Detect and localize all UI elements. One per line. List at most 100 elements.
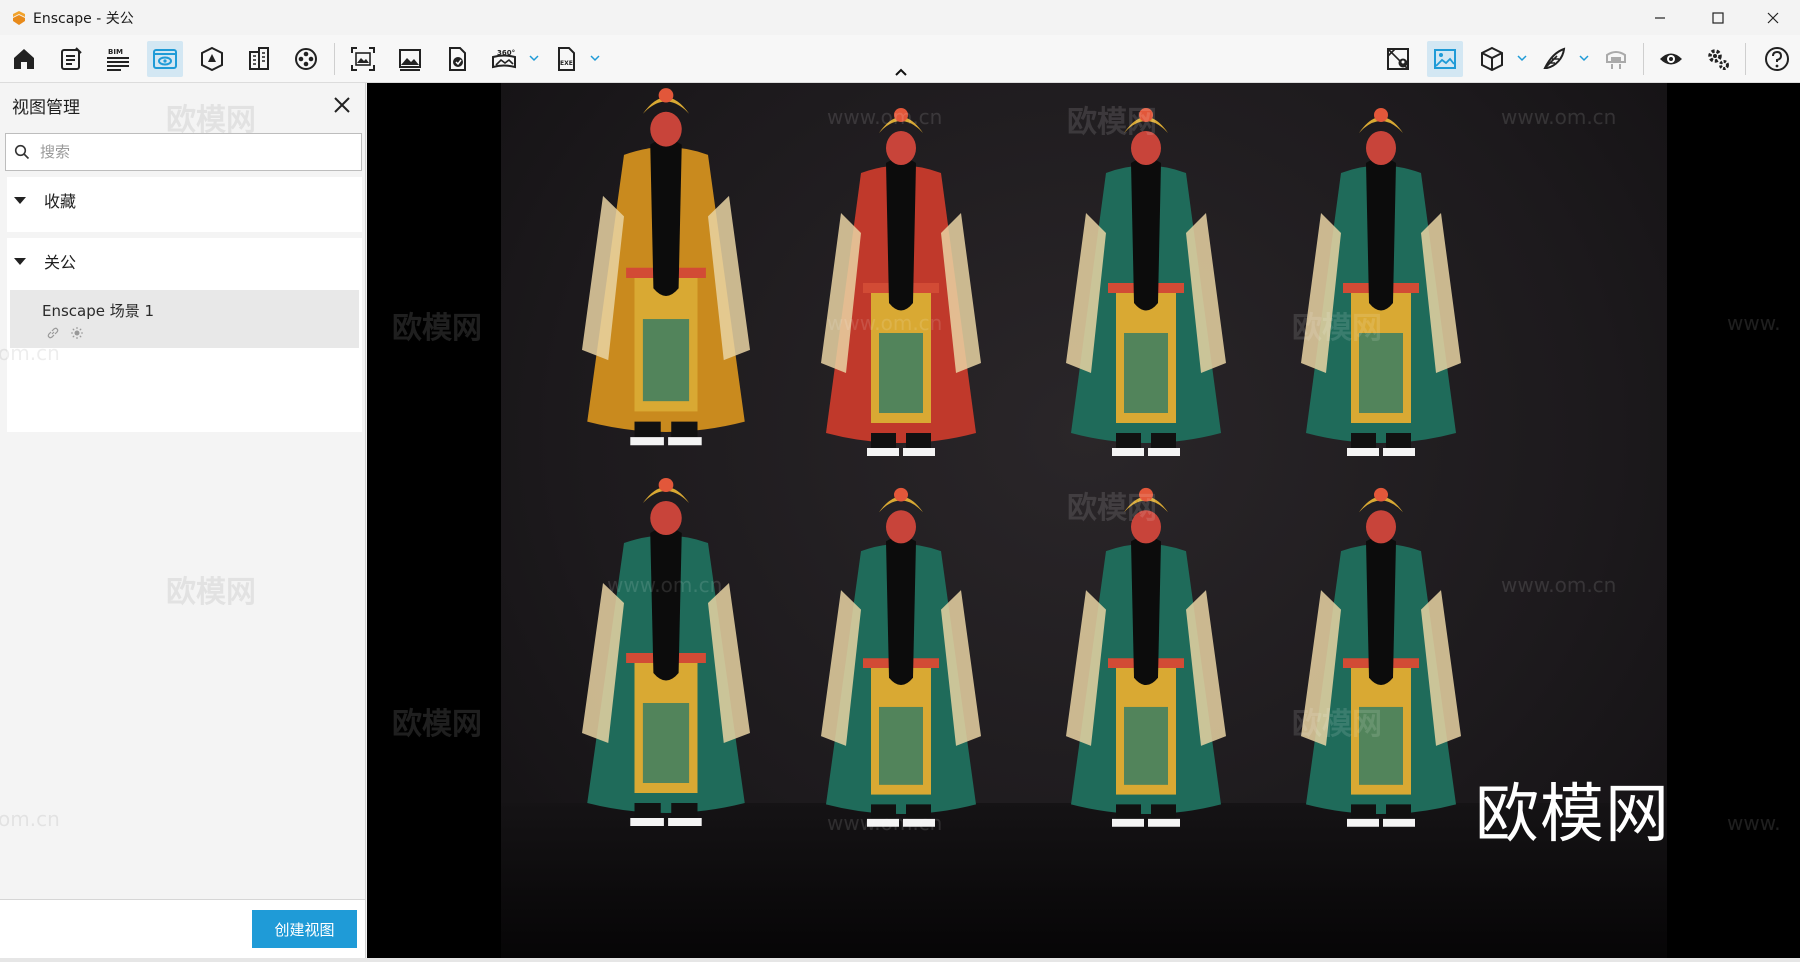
assets-button[interactable] xyxy=(194,41,230,77)
export-button[interactable] xyxy=(439,41,475,77)
opera-figure xyxy=(1046,483,1246,853)
close-icon xyxy=(1767,12,1778,23)
svg-text:EXE: EXE xyxy=(560,60,573,67)
close-window-button[interactable] xyxy=(1745,0,1800,35)
atmosphere-icon xyxy=(1434,49,1456,69)
visibility-button[interactable] xyxy=(1653,41,1689,77)
view-list-item[interactable]: Enscape 场景 1 xyxy=(10,290,359,348)
watermark: 欧模网 xyxy=(1292,707,1382,742)
help-button[interactable] xyxy=(1759,41,1795,77)
map-icon xyxy=(1387,48,1409,70)
scene-section-header[interactable]: 关公 xyxy=(7,238,362,284)
watermark: 欧模网 xyxy=(166,575,256,610)
maximize-button[interactable] xyxy=(1690,0,1745,35)
exe-export-button[interactable]: EXE xyxy=(548,41,584,77)
vr-headset-icon xyxy=(1606,51,1626,69)
link-icon xyxy=(47,327,59,339)
notes-button[interactable] xyxy=(53,41,89,77)
building-icon xyxy=(249,47,269,70)
watermark: 欧模网 xyxy=(1292,311,1382,346)
watermark-url: www.om.cn xyxy=(1501,105,1617,129)
minimize-button[interactable] xyxy=(1632,0,1687,35)
watermark: 欧模网 xyxy=(392,707,482,742)
watermark-url: www.om.cn xyxy=(827,105,943,129)
toolbar-separator xyxy=(1745,43,1746,75)
assets-icon xyxy=(201,46,223,72)
image-button[interactable] xyxy=(392,41,428,77)
watermark: 欧模网 xyxy=(392,311,482,346)
views-icon xyxy=(153,49,177,69)
opera-figure xyxy=(1046,103,1246,483)
image-icon xyxy=(399,49,421,71)
building-button[interactable] xyxy=(241,41,277,77)
favorites-header[interactable]: 收藏 xyxy=(7,177,362,223)
opera-figure xyxy=(1281,483,1481,853)
watermark-url: www. xyxy=(1727,311,1781,335)
home-icon xyxy=(14,49,34,69)
bim-button[interactable]: BIM xyxy=(100,41,136,77)
opera-figure xyxy=(801,483,1001,853)
close-icon xyxy=(334,97,350,113)
exe-icon: EXE xyxy=(558,47,575,71)
watermark-url: www.om.cn xyxy=(1501,573,1617,597)
panel-close-button[interactable] xyxy=(330,93,354,117)
watermark-url: om.cn xyxy=(0,807,60,831)
video-button[interactable] xyxy=(288,41,324,77)
home-button[interactable] xyxy=(6,41,42,77)
settings-button[interactable] xyxy=(1700,41,1736,77)
watermark: 欧模网 xyxy=(1067,105,1157,140)
exe-dropdown-icon[interactable] xyxy=(589,52,601,64)
big-watermark: 欧模网 xyxy=(1475,778,1670,852)
watermark-url: www.om.cn xyxy=(827,311,943,335)
help-icon xyxy=(1765,47,1789,71)
watermark: 欧模网 xyxy=(166,103,256,138)
eye-icon xyxy=(1660,53,1682,65)
panel-title: 视图管理 xyxy=(12,98,80,118)
feather-dropdown-icon[interactable] xyxy=(1578,52,1590,64)
render-viewport[interactable]: 欧模网 欧模网 欧模网 欧模网 欧模网 欧模网 www.om.cn www.om… xyxy=(367,83,1800,958)
screenshot-icon xyxy=(351,47,375,71)
cube-button[interactable] xyxy=(1474,41,1510,77)
svg-text:BIM: BIM xyxy=(108,48,123,56)
caret-down-icon xyxy=(14,258,26,265)
sun-icon xyxy=(71,327,83,339)
view-management-panel: 视图管理 收藏 关公 Enscape 场景 1 欧模网 欧模网 om.cn om… xyxy=(0,83,366,958)
watermark-url: www.om.cn xyxy=(607,573,723,597)
enscape-logo-icon xyxy=(13,10,25,25)
view-item-name: Enscape 场景 1 xyxy=(42,302,155,320)
video-icon xyxy=(295,48,317,70)
panorama-button[interactable]: 360° xyxy=(486,41,522,77)
notes-icon xyxy=(61,47,82,70)
favorites-body xyxy=(7,223,362,232)
search-input[interactable] xyxy=(40,143,340,161)
opera-figure xyxy=(561,83,771,473)
scene-section: 关公 Enscape 场景 1 xyxy=(7,238,362,432)
cube-dropdown-icon[interactable] xyxy=(1516,52,1528,64)
watermark: 欧模网 xyxy=(1067,491,1157,526)
screenshot-button[interactable] xyxy=(345,41,381,77)
window-title: Enscape - 关公 xyxy=(33,10,134,27)
watermark-url: www. xyxy=(1727,811,1781,835)
views-button[interactable] xyxy=(147,41,183,77)
opera-figure xyxy=(801,103,1001,483)
toolbar-separator xyxy=(1643,43,1644,75)
watermark-url: om.cn xyxy=(0,341,60,365)
collapse-toolbar-chevron-up-icon[interactable] xyxy=(893,66,909,78)
panorama-dropdown-icon[interactable] xyxy=(528,52,540,64)
map-button[interactable] xyxy=(1380,41,1416,77)
cube-icon xyxy=(1481,46,1503,72)
feather-icon xyxy=(1543,47,1566,69)
favorites-label: 收藏 xyxy=(44,192,77,211)
scene-section-label: 关公 xyxy=(44,253,77,272)
opera-figure xyxy=(561,473,771,853)
minimize-icon xyxy=(1654,16,1665,19)
bottom-border xyxy=(0,958,1800,962)
search-icon xyxy=(14,144,30,160)
panorama-icon: 360° xyxy=(492,49,516,69)
create-view-button[interactable]: 创建视图 xyxy=(252,910,357,948)
feather-button[interactable] xyxy=(1536,41,1572,77)
atmosphere-button[interactable] xyxy=(1427,41,1463,77)
watermark-url: www.om.cn xyxy=(827,811,943,835)
bim-icon: BIM xyxy=(107,48,129,71)
vr-headset-button[interactable] xyxy=(1598,41,1634,77)
